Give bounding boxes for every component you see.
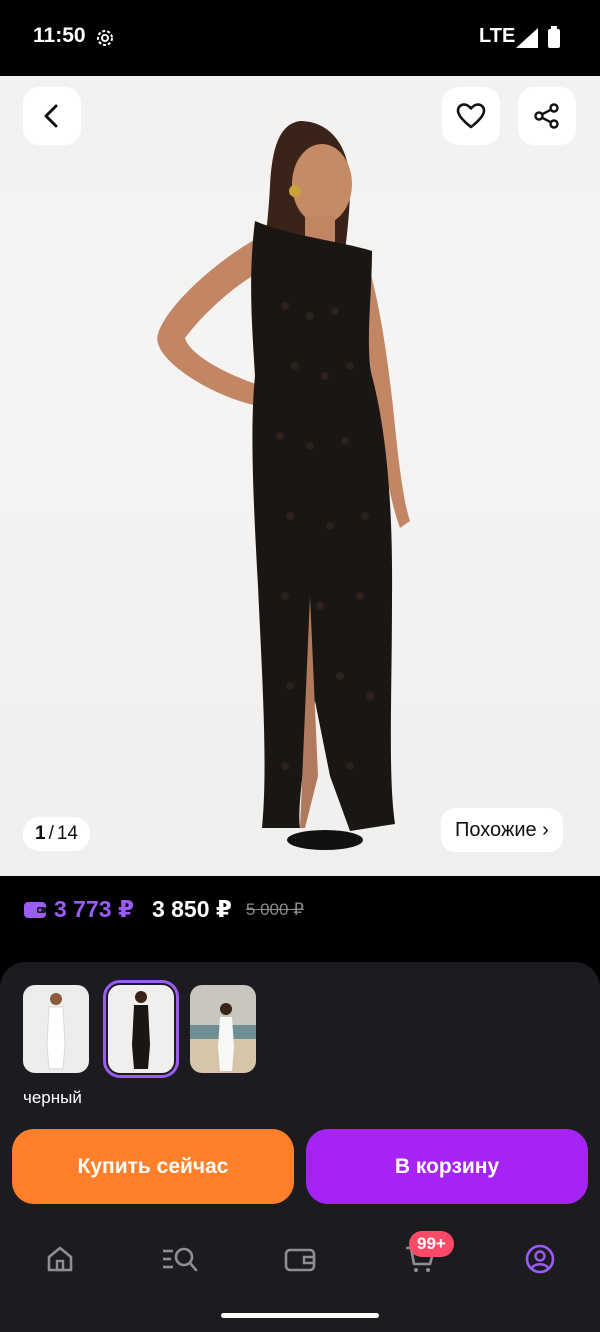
heart-icon [456, 103, 486, 129]
add-to-cart-button[interactable]: В корзину [306, 1129, 588, 1204]
share-icon [534, 103, 559, 129]
variant-thumb-beach[interactable] [190, 985, 256, 1073]
price-block: 3 773 ₽ 3 850 ₽ 5 000 ₽ [0, 876, 600, 949]
home-indicator[interactable] [221, 1313, 379, 1318]
wallet-icon [284, 1248, 316, 1272]
profile-icon [525, 1244, 555, 1274]
back-button[interactable] [23, 87, 81, 145]
signal-icon [516, 28, 538, 48]
settings-gear-icon [97, 30, 113, 46]
buy-now-button[interactable]: Купить сейчас [12, 1129, 294, 1204]
nav-profile[interactable] [520, 1239, 560, 1279]
share-button[interactable] [518, 87, 576, 145]
image-counter-separator: / [48, 823, 54, 844]
product-photo [157, 121, 410, 850]
selected-color-label: черный [23, 1088, 82, 1107]
network-type: LTE [479, 25, 516, 47]
similar-products-button[interactable]: Похожие › [441, 808, 563, 852]
nav-wallet[interactable] [280, 1239, 320, 1279]
old-price: 5 000 ₽ [245, 899, 304, 919]
current-price: 3 850 ₽ [151, 896, 232, 922]
variant-white-image [23, 985, 89, 1073]
battery-icon [548, 26, 560, 48]
status-bar: 11:50 LTE [0, 0, 600, 76]
wallet-icon [24, 901, 46, 918]
nav-catalog[interactable] [160, 1239, 200, 1279]
status-time: 11:50 [33, 24, 86, 47]
home-icon [47, 1246, 73, 1272]
catalog-search-icon [163, 1247, 198, 1272]
cart-count-badge: 99+ [409, 1231, 454, 1257]
variant-beach-image [190, 985, 256, 1073]
wallet-price: 3 773 ₽ [54, 896, 134, 922]
chevron-left-icon [44, 104, 58, 128]
variant-thumb-white[interactable] [23, 985, 89, 1073]
product-photo-gallery[interactable]: 1 / 14 Похожие › [0, 76, 600, 876]
variant-black-image [108, 985, 174, 1073]
nav-home[interactable] [40, 1239, 80, 1279]
bottom-navigation [0, 1215, 600, 1295]
image-counter: 1 / 14 [23, 817, 90, 851]
image-counter-current: 1 [35, 823, 46, 844]
variant-thumb-black[interactable] [103, 980, 179, 1078]
favorite-button[interactable] [442, 87, 500, 145]
image-counter-total: 14 [56, 823, 78, 844]
